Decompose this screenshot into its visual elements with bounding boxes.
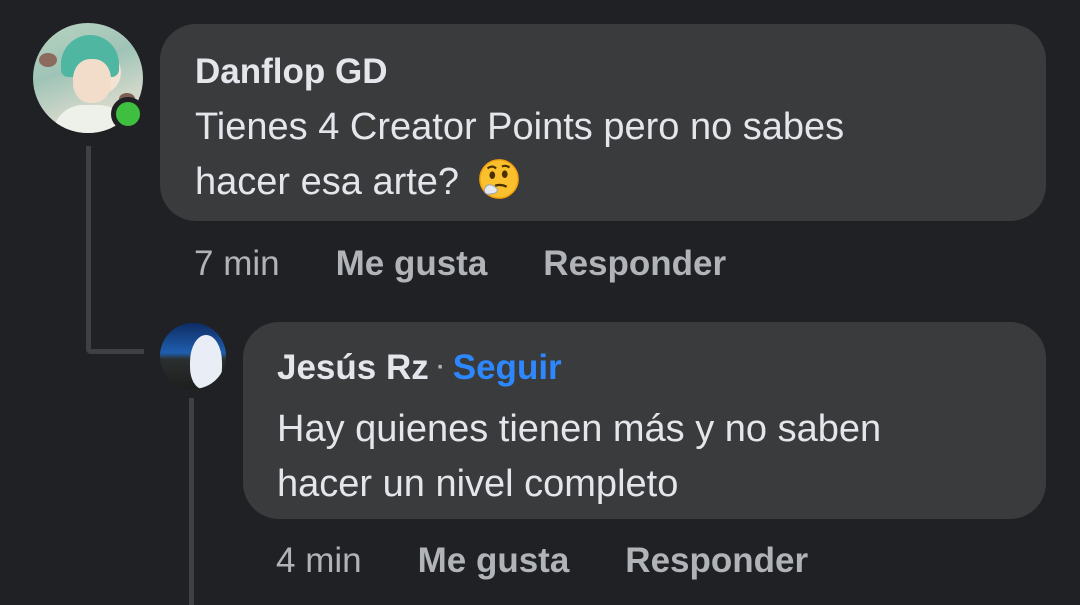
like-button[interactable]: Me gusta xyxy=(418,541,570,581)
follow-button[interactable]: Seguir xyxy=(453,348,562,387)
thinking-face-icon xyxy=(478,159,519,199)
reply-author[interactable]: Jesús Rz xyxy=(277,348,429,387)
reply-time[interactable]: 4 min xyxy=(276,541,362,581)
like-button[interactable]: Me gusta xyxy=(336,244,488,284)
comment-actions: 7 min Me gusta Responder xyxy=(194,244,726,284)
thread-connector-branch xyxy=(86,349,144,354)
reply-text: Hay quienes tienen más y no saben hacer … xyxy=(277,408,882,505)
comment-text: Tienes 4 Creator Points pero no sabes ha… xyxy=(195,106,845,203)
reply-bubble: Jesús Rz · Seguir Hay quienes tienen más y… xyxy=(243,322,1046,519)
comment-time[interactable]: 7 min xyxy=(194,244,280,284)
comment-author[interactable]: Danflop GD xyxy=(195,52,1046,92)
separator-dot: · xyxy=(436,354,445,381)
avatar[interactable] xyxy=(160,323,226,389)
online-status-dot xyxy=(111,97,145,131)
reply-button[interactable]: Responder xyxy=(625,541,808,581)
reply-button[interactable]: Responder xyxy=(543,244,726,284)
reply-header: Jesús Rz · Seguir xyxy=(277,348,1046,392)
thread-connector xyxy=(86,146,91,354)
reply-actions: 4 min Me gusta Responder xyxy=(276,541,808,581)
reply-thread-connector xyxy=(189,398,194,605)
comment-bubble: Danflop GD Tienes 4 Creator Points pero … xyxy=(160,24,1046,221)
